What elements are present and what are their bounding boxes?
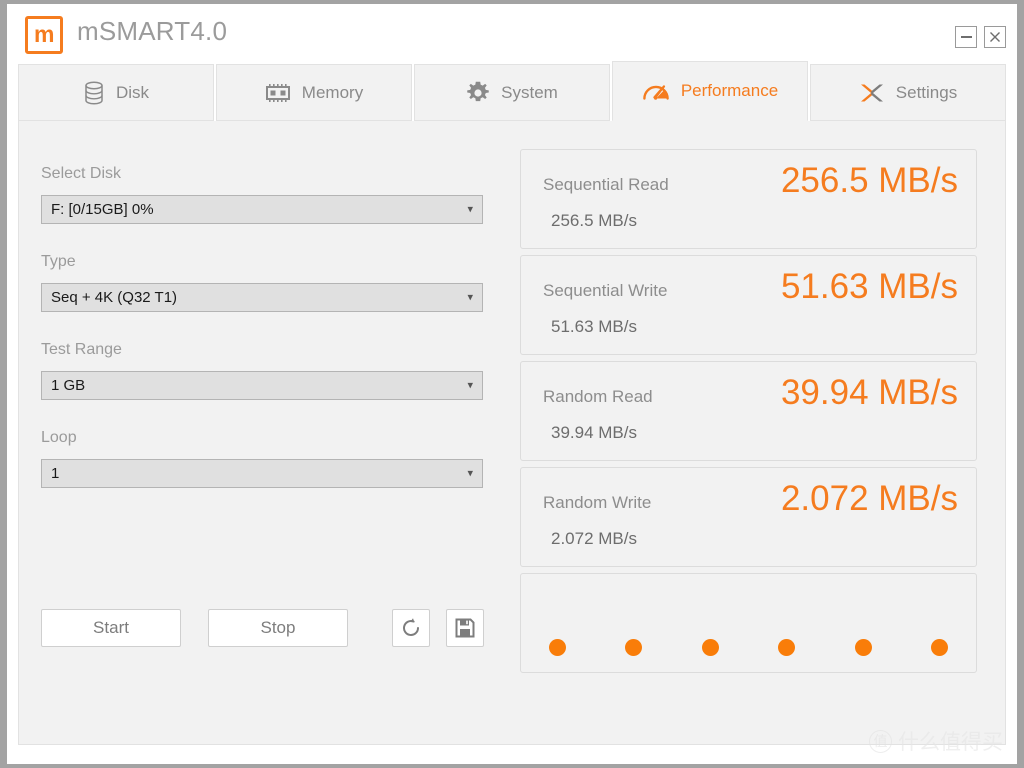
result-title: Sequential Write: [543, 281, 668, 300]
tab-memory[interactable]: Memory: [216, 64, 412, 121]
results-panel: Sequential Read 256.5 MB/s 256.5 MB/s Se…: [511, 121, 999, 744]
tab-performance[interactable]: Performance: [612, 61, 808, 121]
result-subvalue: 39.94 MB/s: [551, 423, 637, 442]
tab-disk[interactable]: Disk: [18, 64, 214, 121]
field-label: Loop: [41, 429, 77, 446]
field-label: Select Disk: [41, 165, 122, 182]
type-dropdown[interactable]: Seq + 4K (Q32 T1) ▾: [41, 283, 483, 312]
tab-bar: Disk Memory System Performance Settings: [7, 57, 1017, 121]
progress-dot: [625, 639, 643, 656]
chevron-down-icon: ▾: [467, 379, 473, 391]
progress-dot: [930, 639, 948, 656]
test-range-value: 1 GB: [51, 377, 86, 394]
field-test-range: Test Range 1 GB ▾: [41, 341, 511, 400]
result-subvalue: 51.63 MB/s: [551, 317, 637, 336]
save-floppy-icon: [455, 618, 475, 638]
result-title: Random Write: [543, 493, 652, 512]
type-value: Seq + 4K (Q32 T1): [51, 289, 178, 306]
loop-dropdown[interactable]: 1 ▾: [41, 459, 483, 488]
app-logo-icon: m: [25, 16, 63, 54]
chevron-down-icon: ▾: [467, 203, 473, 215]
progress-dot: [701, 639, 719, 656]
field-label: Type: [41, 253, 76, 270]
start-button[interactable]: Start: [41, 609, 181, 647]
content-area: Select Disk F: [0/15GB] 0% ▾ Type Seq + …: [18, 121, 1006, 745]
loop-value: 1: [51, 465, 60, 482]
field-select-disk: Select Disk F: [0/15GB] 0% ▾: [41, 165, 511, 224]
tab-system[interactable]: System: [414, 64, 610, 121]
progress-dot: [854, 639, 872, 656]
result-value: 256.5 MB/s: [780, 161, 958, 200]
save-button[interactable]: [446, 609, 484, 647]
application-window: m mSMART4.0 Disk Memory System Performan…: [0, 0, 1024, 768]
refresh-button[interactable]: [392, 609, 430, 647]
result-title: Sequential Read: [543, 175, 669, 194]
result-subvalue: 2.072 MB/s: [551, 529, 637, 548]
stop-button[interactable]: Stop: [208, 609, 348, 647]
tab-label: Disk: [115, 82, 150, 102]
database-icon: [83, 80, 105, 105]
tab-settings[interactable]: Settings: [810, 64, 1006, 121]
minimize-icon: [960, 36, 972, 38]
minimize-button[interactable]: [955, 26, 977, 48]
select-disk-dropdown[interactable]: F: [0/15GB] 0% ▾: [41, 195, 483, 224]
close-icon: [990, 32, 1000, 42]
field-loop: Loop 1 ▾: [41, 429, 511, 488]
title-bar: m mSMART4.0: [7, 4, 1017, 57]
speedometer-icon: [642, 80, 670, 102]
progress-dots: [549, 639, 948, 656]
select-disk-value: F: [0/15GB] 0%: [51, 201, 154, 218]
app-title: mSMART4.0: [77, 16, 228, 46]
app-logo-letter: m: [34, 20, 54, 47]
progress-indicator-panel: [520, 573, 977, 673]
tab-label: Memory: [301, 82, 364, 102]
gear-icon: [466, 81, 490, 105]
test-settings-panel: Select Disk F: [0/15GB] 0% ▾ Type Seq + …: [19, 121, 511, 744]
result-card-sequential-write: Sequential Write 51.63 MB/s 51.63 MB/s: [520, 255, 977, 355]
result-card-random-read: Random Read 39.94 MB/s 39.94 MB/s: [520, 361, 977, 461]
chevron-down-icon: ▾: [467, 291, 473, 303]
close-button[interactable]: [984, 26, 1006, 48]
chevron-down-icon: ▾: [467, 467, 473, 479]
result-value: 39.94 MB/s: [780, 373, 958, 412]
result-title: Random Read: [543, 387, 653, 406]
result-value: 51.63 MB/s: [780, 267, 958, 306]
tab-label: Performance: [680, 81, 779, 100]
field-type: Type Seq + 4K (Q32 T1) ▾: [41, 253, 511, 312]
result-subvalue: 256.5 MB/s: [551, 211, 637, 230]
refresh-icon: [403, 618, 419, 636]
result-value: 2.072 MB/s: [780, 479, 958, 518]
result-card-random-write: Random Write 2.072 MB/s 2.072 MB/s: [520, 467, 977, 567]
cross-arrows-icon: [859, 82, 885, 104]
field-label: Test Range: [41, 341, 122, 358]
tab-label: System: [501, 82, 558, 102]
progress-dot: [778, 639, 796, 656]
result-card-sequential-read: Sequential Read 256.5 MB/s 256.5 MB/s: [520, 149, 977, 249]
action-button-row: Start Stop: [41, 609, 484, 647]
progress-dot: [549, 639, 566, 656]
tab-label: Settings: [895, 82, 958, 102]
memory-chip-icon: [265, 83, 291, 103]
test-range-dropdown[interactable]: 1 GB ▾: [41, 371, 483, 400]
